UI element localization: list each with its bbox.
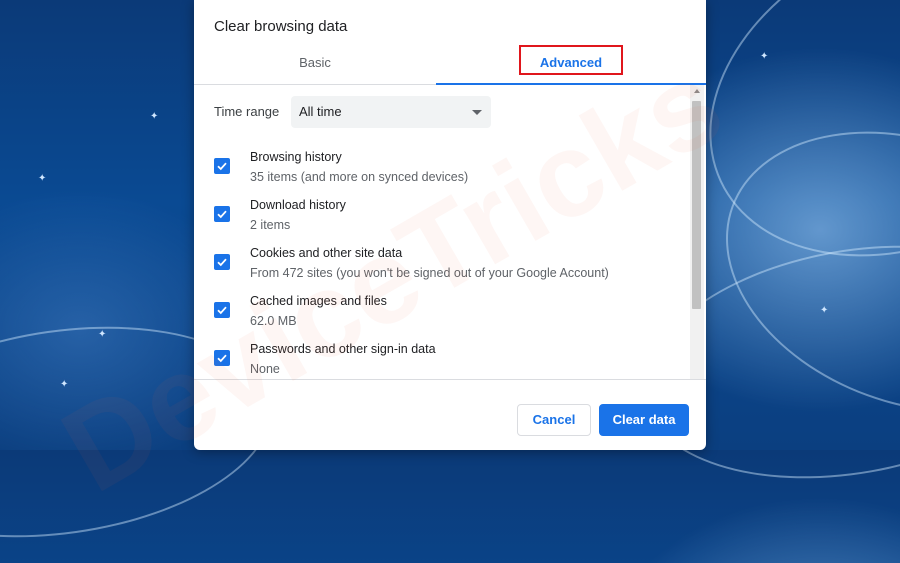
star-decoration: ✦ — [820, 305, 829, 316]
item-title: Download history — [250, 198, 346, 212]
advanced-tab-highlight — [519, 45, 623, 75]
checkmark-icon — [217, 354, 227, 363]
star-decoration: ✦ — [98, 329, 107, 340]
item-title: Cookies and other site data — [250, 246, 403, 260]
download-history-checkbox[interactable] — [214, 206, 230, 222]
item-subtitle: 35 items (and more on synced devices) — [250, 170, 469, 184]
checkmark-icon — [217, 306, 227, 315]
clear-browsing-data-dialog: Clear browsing data Basic Advanced Time … — [194, 0, 706, 450]
checkmark-icon — [217, 162, 227, 171]
background-swirl — [686, 82, 900, 462]
checkmark-icon — [217, 210, 227, 219]
item-title: Cached images and files — [250, 294, 387, 308]
dialog-content: Time range All time Browsing history 35 … — [194, 85, 706, 379]
scroll-up-arrow-icon[interactable] — [694, 89, 700, 93]
checkmark-icon — [217, 258, 227, 267]
scrollbar-thumb[interactable] — [692, 101, 701, 309]
dialog-title: Clear browsing data — [214, 18, 348, 35]
star-decoration: ✦ — [150, 111, 159, 122]
time-range-label: Time range — [214, 104, 280, 119]
list-item-passwords: Passwords and other sign-in data None — [194, 340, 684, 379]
item-subtitle: 62.0 MB — [250, 314, 297, 328]
list-item-cookies: Cookies and other site data From 472 sit… — [194, 244, 684, 290]
item-subtitle: From 472 sites (you won't be signed out … — [250, 266, 609, 280]
tab-basic[interactable]: Basic — [194, 48, 436, 82]
cookies-checkbox[interactable] — [214, 254, 230, 270]
list-item-browsing-history: Browsing history 35 items (and more on s… — [194, 148, 684, 194]
item-subtitle: None — [250, 362, 280, 376]
tab-bar: Basic Advanced — [194, 48, 706, 85]
time-range-value: All time — [299, 104, 342, 119]
browsing-history-checkbox[interactable] — [214, 158, 230, 174]
item-subtitle: 2 items — [250, 218, 291, 232]
scrollbar[interactable] — [690, 85, 704, 379]
star-decoration: ✦ — [38, 173, 47, 184]
dropdown-arrow-icon — [472, 110, 482, 115]
list-item-download-history: Download history 2 items — [194, 196, 684, 242]
time-range-select[interactable]: All time — [291, 96, 491, 128]
passwords-checkbox[interactable] — [214, 350, 230, 366]
star-decoration: ✦ — [60, 379, 69, 390]
item-title: Browsing history — [250, 150, 342, 164]
list-item-cached-images: Cached images and files 62.0 MB — [194, 292, 684, 338]
item-title: Passwords and other sign-in data — [250, 342, 436, 356]
cancel-button[interactable]: Cancel — [517, 404, 591, 436]
cached-images-checkbox[interactable] — [214, 302, 230, 318]
clear-data-button[interactable]: Clear data — [599, 404, 689, 436]
star-decoration: ✦ — [760, 51, 769, 62]
footer-divider — [194, 379, 706, 380]
